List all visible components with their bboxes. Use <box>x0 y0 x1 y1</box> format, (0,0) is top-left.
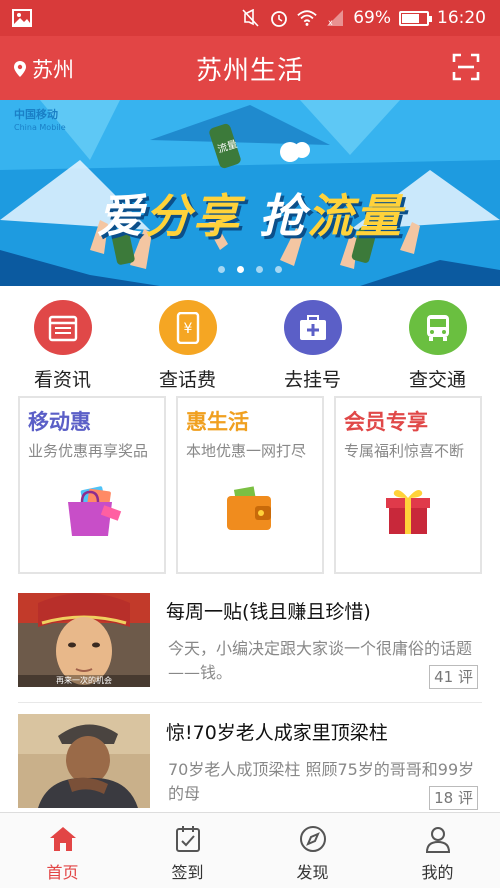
action-label: 看资讯 <box>33 369 91 391</box>
divider <box>18 702 482 703</box>
card-desc: 本地优惠一网打尽 <box>186 442 307 460</box>
wifi-icon <box>297 10 317 26</box>
phone-bill-icon: ¥ <box>158 300 217 355</box>
action-label: 查话费 <box>158 369 216 391</box>
card-mobile-deals[interactable]: 移动惠 业务优惠再享奖品 <box>18 396 166 574</box>
article-item[interactable]: 再来一次的机会 每周一贴(钱且赚且珍惜) 今天，小编决定跟大家谈一个很庸俗的话题… <box>18 593 482 693</box>
scan-icon[interactable] <box>452 53 480 81</box>
logo-cn-text: 中国移动 <box>14 108 58 121</box>
bottom-nav: 首页 签到 发现 我的 <box>0 812 500 888</box>
action-traffic[interactable]: 查交通 <box>375 288 500 392</box>
comment-count-badge: 18 评 <box>429 786 478 810</box>
svg-text:¥: ¥ <box>183 321 192 337</box>
carousel-dot[interactable] <box>218 266 225 273</box>
battery-level <box>402 13 419 23</box>
headline-part-4: 流量 <box>307 189 403 243</box>
carousel-dot[interactable] <box>275 266 282 273</box>
headline-part-1: 爱 <box>96 189 145 243</box>
nav-home[interactable]: 首页 <box>0 813 125 888</box>
clock: 16:20 <box>437 8 486 28</box>
news-icon <box>33 300 92 355</box>
signal-icon: x <box>327 10 344 27</box>
card-desc: 业务优惠再享奖品 <box>28 442 149 460</box>
compass-icon <box>299 826 326 852</box>
status-bar: x 69% 16:20 <box>0 0 500 36</box>
app-header: 苏州 苏州生活 <box>0 36 500 100</box>
logo-en-text: China Mobile <box>14 123 66 132</box>
gallery-notification-icon <box>12 9 32 32</box>
card-local-life[interactable]: 惠生活 本地优惠一网打尽 <box>176 396 324 574</box>
nav-label: 我的 <box>421 863 454 882</box>
nav-label: 签到 <box>171 863 204 882</box>
comment-count-badge: 41 评 <box>429 665 478 689</box>
checkin-icon <box>175 826 200 852</box>
gift-icon <box>386 490 430 534</box>
headline-part-3: 抢 <box>259 189 307 243</box>
nav-label: 发现 <box>296 863 329 882</box>
profile-icon <box>425 827 450 853</box>
nav-checkin[interactable]: 签到 <box>125 813 250 888</box>
feature-cards: 移动惠 业务优惠再享奖品 惠生活 本地优惠一网打尽 会员专享 专属福利惊喜不断 <box>18 396 482 574</box>
home-icon <box>49 827 76 851</box>
quick-actions: 看资讯 ¥ 查话费 去挂号 查交通 <box>0 288 500 392</box>
bus-icon <box>408 300 467 355</box>
alarm-icon <box>271 11 288 27</box>
headline-part-2: 分享 <box>144 189 241 243</box>
card-title: 移动惠 <box>28 410 91 434</box>
carousel-dot[interactable] <box>237 266 244 273</box>
promo-banner[interactable]: 中国移动 China Mobile 爱分享 抢流量 流量 <box>0 100 500 286</box>
article-item[interactable]: 惊!70岁老人成家里顶梁柱 70岁老人成顶梁柱 照顾75岁的哥哥和99岁的母 1… <box>18 714 482 814</box>
article-title: 每周一贴(钱且赚且珍惜) <box>166 601 371 623</box>
thumbnail-caption: 再来一次的机会 <box>56 676 112 685</box>
action-label: 去挂号 <box>283 369 341 391</box>
carousel-indicator[interactable] <box>0 266 500 273</box>
wallet-icon <box>227 486 271 530</box>
article-thumbnail: 再来一次的机会 <box>18 593 150 687</box>
action-phone-bill[interactable]: ¥ 查话费 <box>125 288 250 392</box>
svg-text:x: x <box>328 18 333 27</box>
article-thumbnail <box>18 714 150 808</box>
card-title: 会员专享 <box>344 410 428 434</box>
banner-headline: 爱分享 抢流量 <box>0 180 500 246</box>
action-news[interactable]: 看资讯 <box>0 288 125 392</box>
china-mobile-logo: 中国移动 China Mobile <box>14 108 66 134</box>
action-label: 查交通 <box>408 369 466 391</box>
card-member[interactable]: 会员专享 专属福利惊喜不断 <box>334 396 482 574</box>
mute-icon <box>242 9 259 27</box>
nav-label: 首页 <box>46 863 79 882</box>
action-hospital[interactable]: 去挂号 <box>250 288 375 392</box>
nav-discover[interactable]: 发现 <box>250 813 375 888</box>
card-title: 惠生活 <box>186 410 249 434</box>
page-title: 苏州生活 <box>195 56 304 86</box>
nav-me[interactable]: 我的 <box>375 813 500 888</box>
battery-percent: 69% <box>353 8 391 28</box>
hospital-icon <box>283 300 342 355</box>
carousel-dot[interactable] <box>256 266 263 273</box>
shopping-bag-icon <box>68 486 122 536</box>
card-desc: 专属福利惊喜不断 <box>344 442 465 460</box>
article-title: 惊!70岁老人成家里顶梁柱 <box>166 722 388 744</box>
battery-icon <box>399 10 432 26</box>
